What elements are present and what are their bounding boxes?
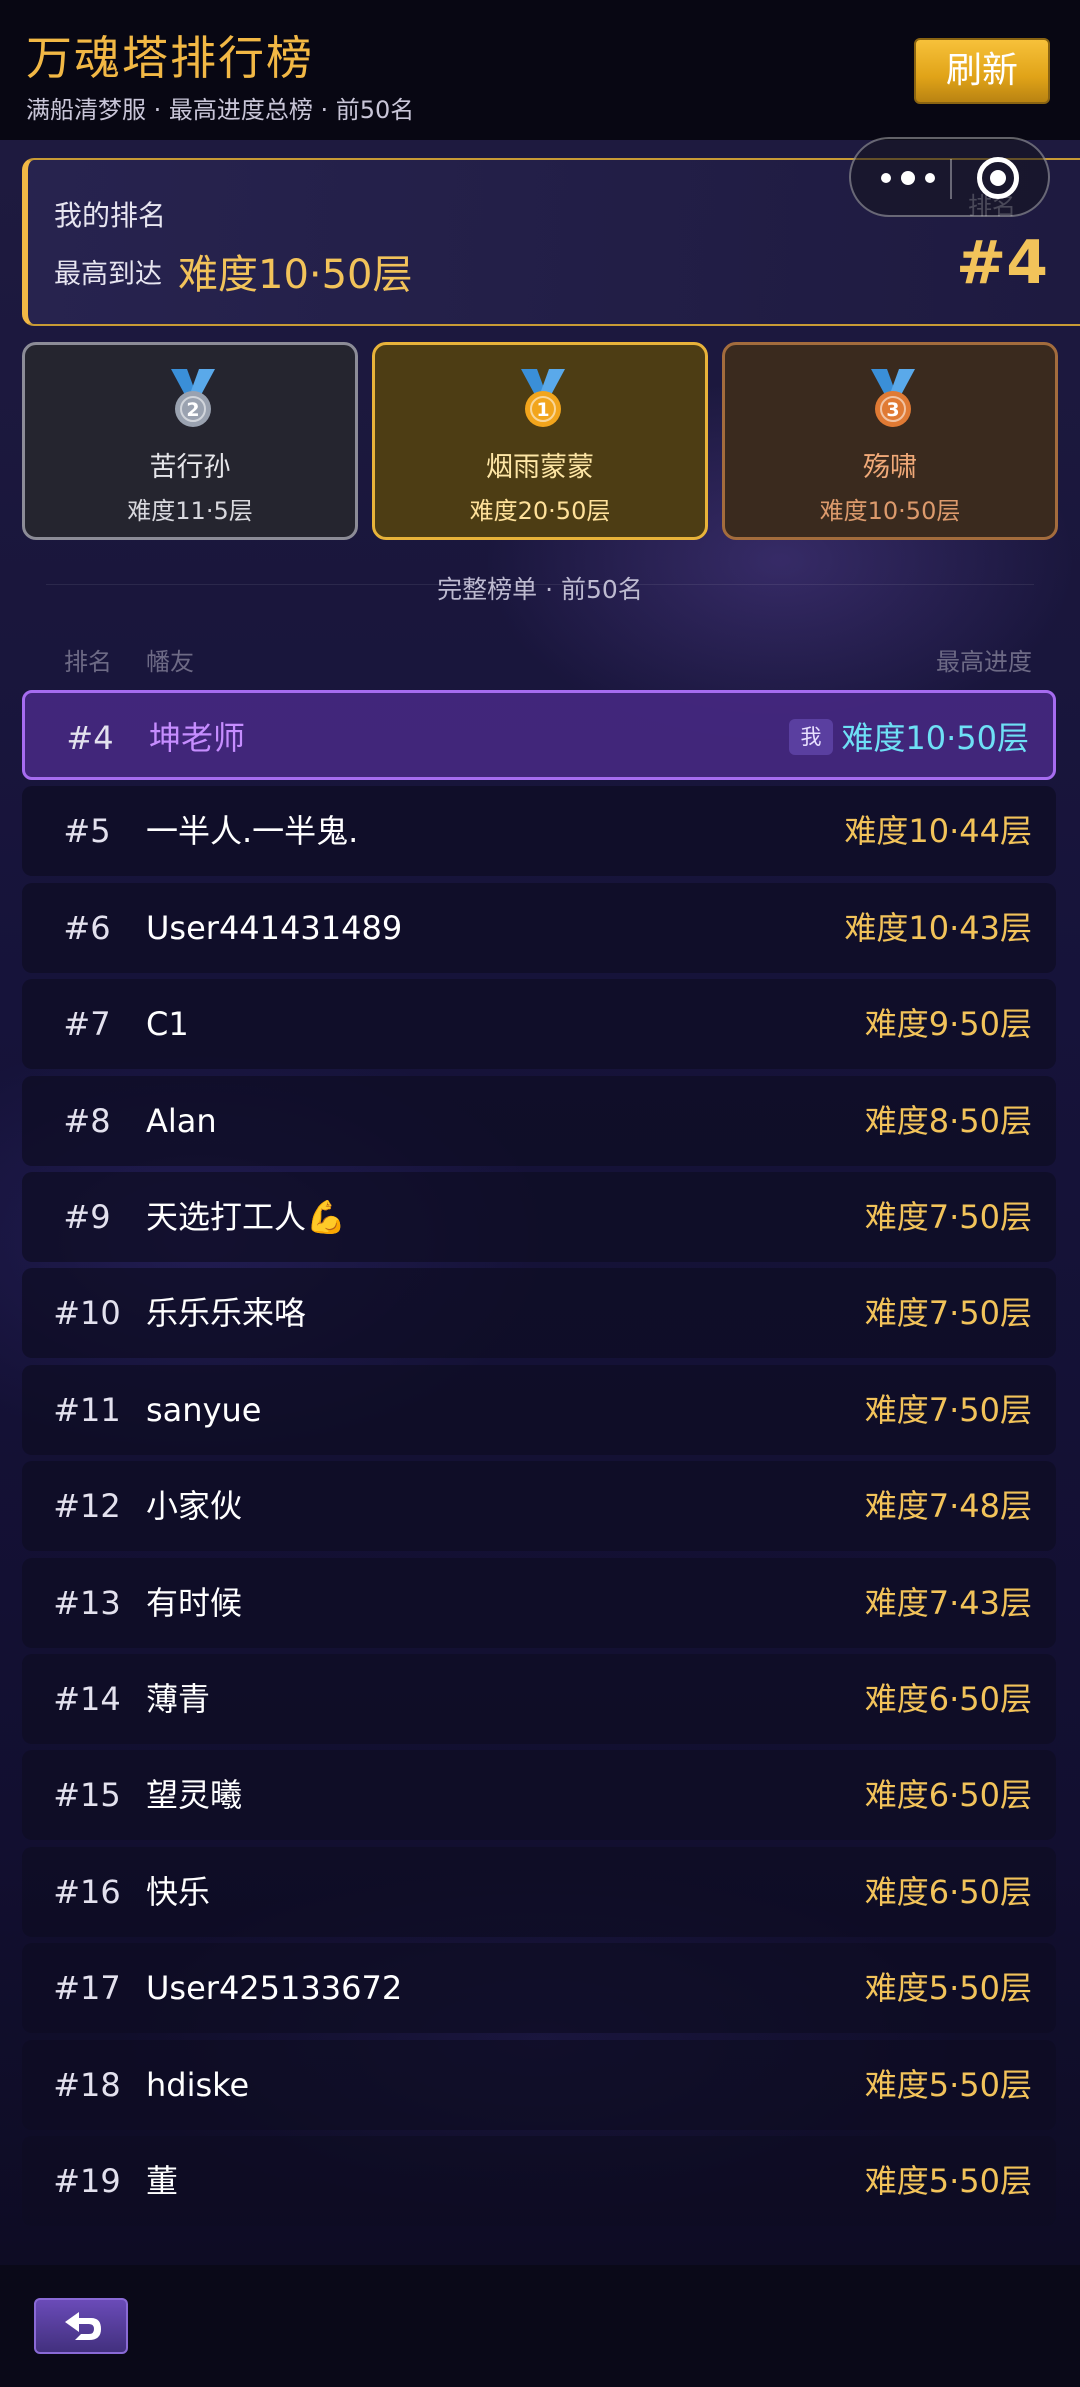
podium-card-1[interactable]: 1 烟雨蒙蒙难度20·50层 — [372, 342, 708, 540]
miniprogram-capsule — [849, 137, 1050, 217]
row-name: 望灵曦 — [146, 1776, 243, 1815]
row-rank: #19 — [53, 2162, 121, 2200]
row-progress: 难度9·50层 — [864, 1005, 1032, 1044]
row-progress: 难度10·50层 — [841, 719, 1029, 757]
podium-score: 难度10·50层 — [819, 497, 961, 525]
row-rank: #13 — [53, 1583, 121, 1622]
row-name: 小家伙 — [146, 1487, 243, 1526]
podium-card-2[interactable]: 2 苦行孙难度11·5层 — [22, 342, 358, 540]
row-progress: 难度10·43层 — [844, 908, 1032, 947]
me-badge: 我 — [789, 719, 833, 755]
row-rank: #7 — [63, 1005, 111, 1044]
table-row[interactable]: #13 有时候 难度7·43层 — [22, 1557, 1056, 1648]
refresh-button[interactable]: 刷新 — [914, 38, 1050, 104]
row-name: 薄青 — [146, 1680, 211, 1718]
row-rank: #16 — [53, 1872, 121, 1911]
row-progress: 难度10·44层 — [844, 812, 1032, 851]
row-rank: #10 — [53, 1294, 121, 1333]
row-name: 快乐 — [146, 1872, 211, 1911]
podium-name: 殇啸 — [863, 452, 917, 483]
row-name: User425133672 — [146, 1969, 403, 2008]
row-progress: 难度8·50层 — [864, 1101, 1032, 1140]
back-button[interactable] — [34, 2298, 128, 2354]
table-row[interactable]: #12 小家伙 难度7·48层 — [22, 1461, 1056, 1552]
row-name: 天选打工人💪 — [146, 1198, 346, 1236]
table-row[interactable]: #15 望灵曦 难度6·50层 — [22, 1750, 1056, 1841]
page-subtitle: 满船清梦服 · 最高进度总榜 · 前50名 — [26, 96, 415, 124]
row-progress: 难度5·50层 — [864, 1969, 1032, 2008]
medal-place: 2 — [186, 399, 199, 421]
row-progress: 难度7·50层 — [864, 1198, 1032, 1236]
podium-name: 苦行孙 — [149, 452, 231, 483]
column-header-rank: 排名 — [64, 648, 112, 676]
table-row[interactable]: #19 董 难度5·50层 — [22, 2136, 1056, 2226]
capsule-divider — [950, 159, 952, 199]
table-row[interactable]: #17 User425133672 难度5·50层 — [22, 1943, 1056, 2034]
row-progress: 难度7·50层 — [864, 1390, 1032, 1429]
list-title: 完整榜单 · 前50名 — [437, 575, 643, 604]
table-row[interactable]: #14 薄青 难度6·50层 — [22, 1654, 1056, 1744]
row-progress: 难度7·48层 — [864, 1487, 1032, 1526]
row-rank: #4 — [66, 719, 114, 757]
medal-place: 1 — [536, 399, 549, 421]
medal-icon: 3 — [871, 369, 915, 427]
row-name: User441431489 — [146, 908, 403, 947]
row-rank: #17 — [53, 1969, 121, 2008]
medal-icon: 2 — [171, 369, 215, 427]
column-header-progress: 最高进度 — [936, 648, 1032, 676]
page-title: 万魂塔排行榜 — [26, 31, 314, 85]
row-name: hdiske — [146, 2065, 250, 2104]
medal-place: 3 — [886, 399, 899, 421]
row-rank: #8 — [63, 1101, 111, 1140]
row-progress: 难度6·50层 — [864, 1680, 1032, 1718]
row-rank: #9 — [63, 1198, 111, 1236]
row-progress: 难度6·50层 — [864, 1776, 1032, 1815]
row-rank: #11 — [53, 1390, 121, 1429]
row-name: 乐乐乐来咯 — [146, 1294, 307, 1333]
my-reach-label: 最高到达 — [54, 259, 162, 290]
table-row[interactable]: #10 乐乐乐来咯 难度7·50层 — [22, 1268, 1056, 1359]
header: 万魂塔排行榜 满船清梦服 · 最高进度总榜 · 前50名 刷新 — [0, 0, 1080, 140]
row-name: C1 — [146, 1005, 189, 1044]
table-row[interactable]: #16 快乐 难度6·50层 — [22, 1846, 1056, 1937]
row-name: 有时候 — [146, 1583, 243, 1622]
row-name: 董 — [146, 2162, 179, 2200]
row-rank: #12 — [53, 1487, 121, 1526]
row-rank: #14 — [53, 1680, 121, 1718]
row-name: Alan — [146, 1101, 217, 1140]
podium-name: 烟雨蒙蒙 — [486, 452, 594, 483]
target-icon[interactable] — [977, 157, 1019, 199]
table-row[interactable]: #5 一半人.一半鬼. 难度10·44层 — [22, 786, 1056, 877]
row-rank: #6 — [63, 908, 111, 947]
row-rank: #15 — [53, 1776, 121, 1815]
row-name: 坤老师 — [149, 719, 246, 757]
my-rank-label: 我的排名 — [54, 199, 167, 232]
row-name: sanyue — [146, 1390, 262, 1429]
podium-card-3[interactable]: 3 殇啸难度10·50层 — [722, 342, 1058, 540]
my-rank-value: #4 — [956, 228, 1049, 298]
row-progress: 难度5·50层 — [864, 2162, 1032, 2200]
row-progress: 难度5·50层 — [864, 2065, 1032, 2104]
table-row-me[interactable]: #4 坤老师 我难度10·50层 — [22, 690, 1056, 780]
podium-score: 难度20·50层 — [469, 497, 611, 525]
my-reach-value: 难度10·50层 — [178, 252, 413, 298]
podium-score: 难度11·5层 — [127, 497, 253, 525]
table-row[interactable]: #8 Alan 难度8·50层 — [22, 1075, 1056, 1166]
row-progress: 难度7·43层 — [864, 1583, 1032, 1622]
more-dots-icon[interactable] — [879, 163, 939, 193]
medal-icon: 1 — [521, 369, 565, 427]
row-rank: #18 — [53, 2065, 121, 2104]
row-progress: 难度7·50层 — [864, 1294, 1032, 1333]
table-row[interactable]: #6 User441431489 难度10·43层 — [22, 882, 1056, 973]
table-row[interactable]: #11 sanyue 难度7·50层 — [22, 1364, 1056, 1455]
row-progress: 难度6·50层 — [864, 1872, 1032, 1911]
table-row[interactable]: #18 hdiske 难度5·50层 — [22, 2039, 1056, 2130]
row-name: 一半人.一半鬼. — [146, 812, 359, 851]
bottom-bar — [0, 2265, 1080, 2387]
back-arrow-icon — [65, 2312, 101, 2340]
row-rank: #5 — [63, 812, 111, 851]
table-row[interactable]: #7 C1 难度9·50层 — [22, 979, 1056, 1070]
column-header-name: 幡友 — [146, 648, 194, 676]
table-row[interactable]: #9 天选打工人💪 难度7·50层 — [22, 1172, 1056, 1262]
